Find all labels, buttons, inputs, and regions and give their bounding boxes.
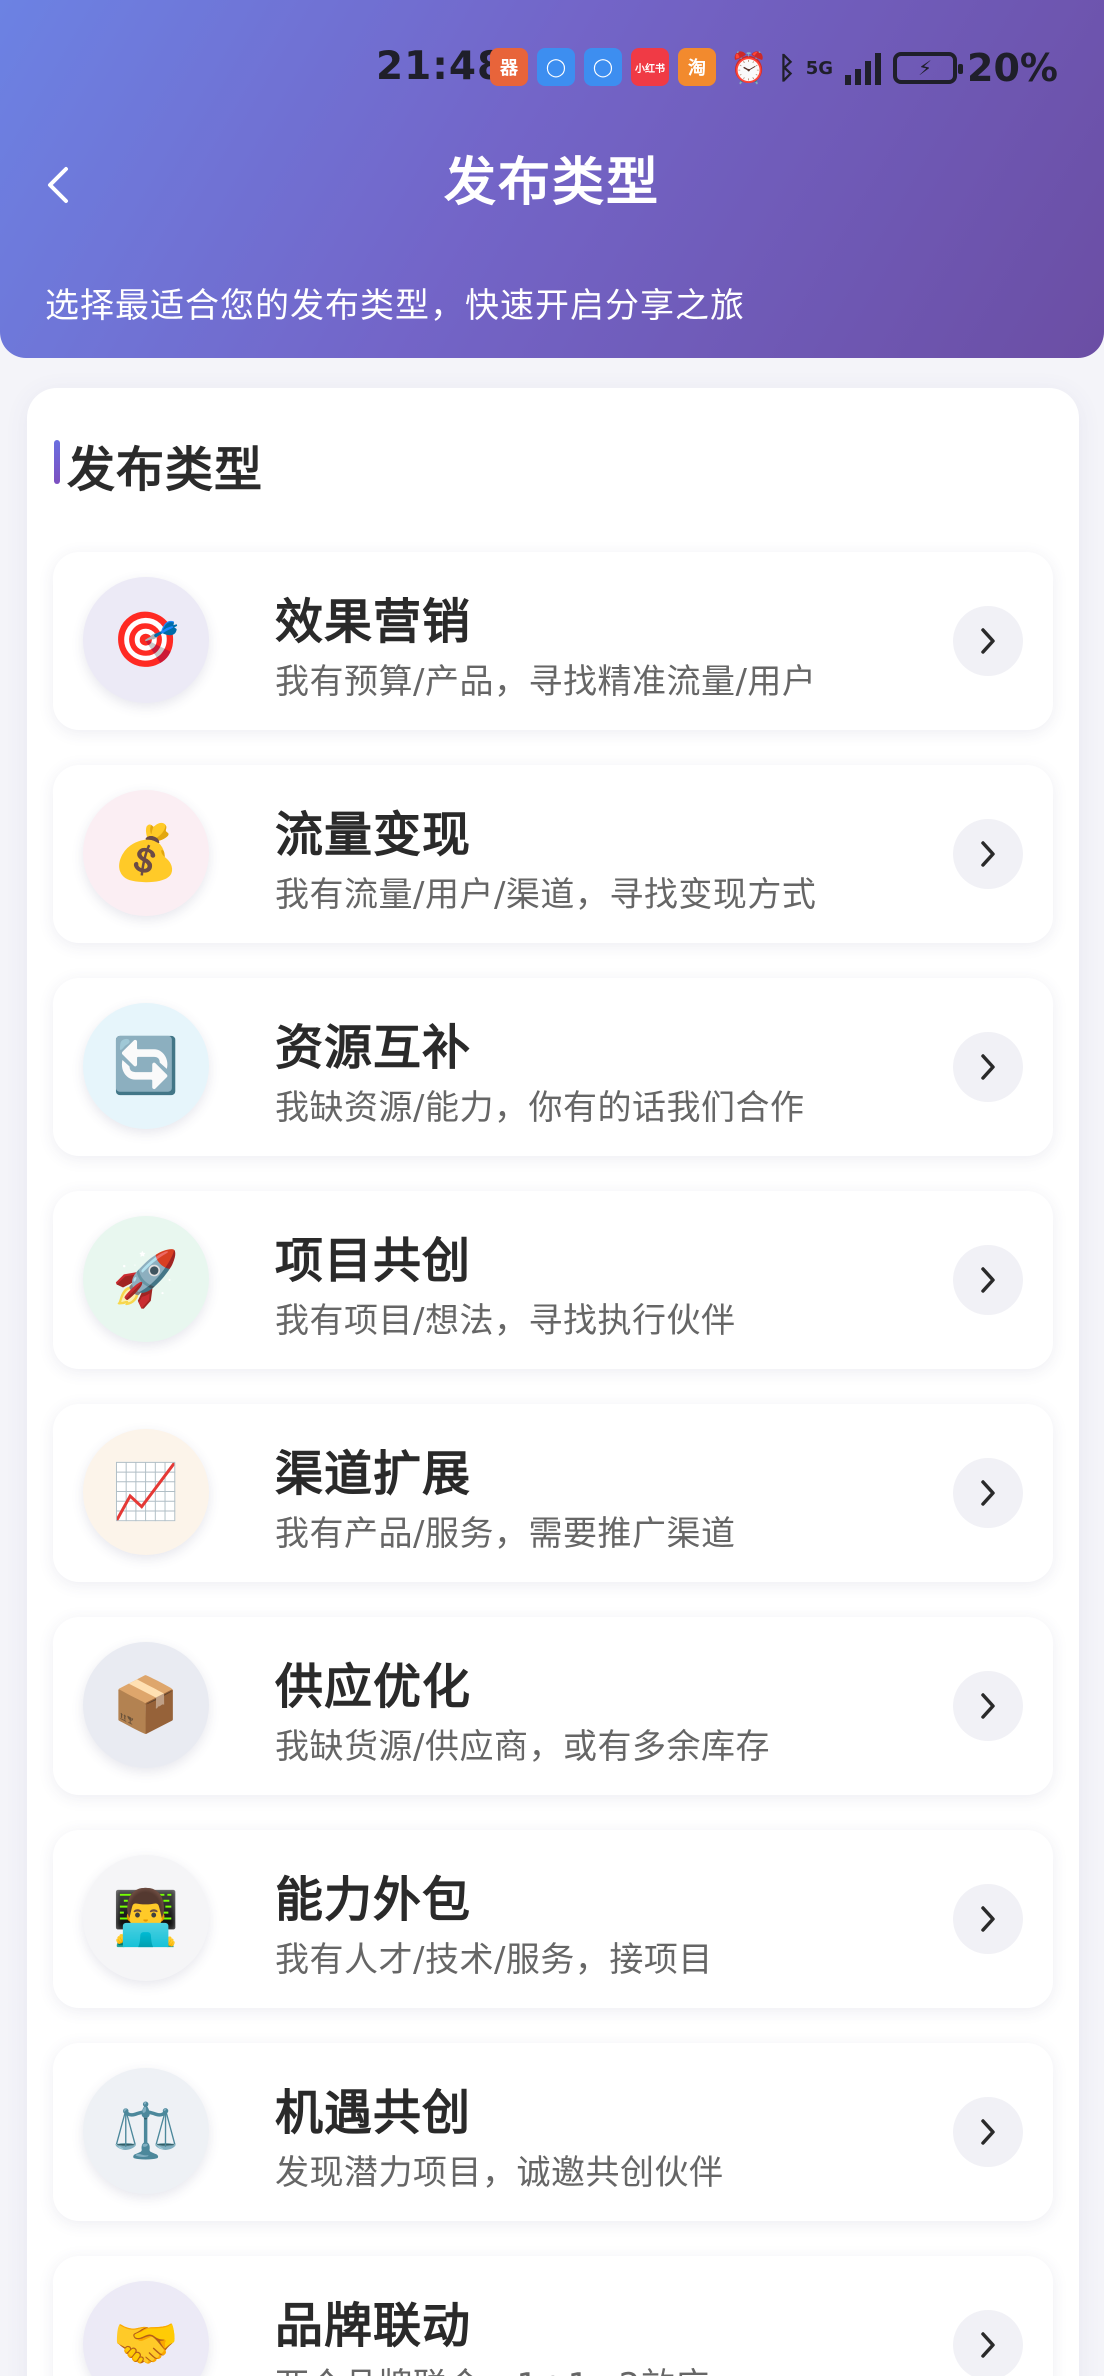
publish-type-description: 我有项目/想法，寻找执行伙伴 [275, 1301, 736, 1341]
publish-type-item[interactable]: 👨‍💻 能力外包我有人才/技术/服务，接项目 [53, 1830, 1053, 2008]
publish-type-title: 效果营销 [275, 594, 472, 650]
status-bar: 21:48 器 ◯ ◯ 小红书淘 ⏰ ᛒ 5G ⚡ 20% [0, 36, 1104, 100]
alarm-icon: ⏰ [730, 50, 768, 86]
chevron-right-icon[interactable] [953, 819, 1023, 889]
publish-type-title: 流量变现 [275, 807, 472, 863]
target-icon: 🎯 [83, 577, 209, 703]
publish-type-item[interactable]: 📦 供应优化我缺货源/供应商，或有多余库存 [53, 1617, 1053, 1795]
battery-level: 20% [967, 46, 1058, 90]
app-icon-1: 器 [490, 48, 528, 86]
package-icon: 📦 [83, 1642, 209, 1768]
page-subtitle: 选择最适合您的发布类型，快速开启分享之旅 [45, 286, 745, 326]
publish-type-title: 供应优化 [275, 1659, 472, 1715]
publish-type-item[interactable]: 🤝 品牌联动两个品牌联合，1+1>2效应 [53, 2256, 1053, 2376]
money-bag-icon: 💰 [83, 790, 209, 916]
publish-type-item[interactable]: 📈 渠道扩展我有产品/服务，需要推广渠道 [53, 1404, 1053, 1582]
technologist-icon: 👨‍💻 [83, 1855, 209, 1981]
publish-type-item[interactable]: 🔄 资源互补我缺资源/能力，你有的话我们合作 [53, 978, 1053, 1156]
chevron-right-icon[interactable] [953, 606, 1023, 676]
chevron-right-icon[interactable] [953, 1884, 1023, 1954]
network-type: 5G [805, 57, 834, 79]
publish-type-description: 我缺货源/供应商，或有多余库存 [275, 1727, 770, 1767]
publish-type-item[interactable]: 🎯 效果营销我有预算/产品，寻找精准流量/用户 [53, 552, 1053, 730]
section-title: 发布类型 [67, 442, 264, 498]
publish-type-description: 我缺资源/能力，你有的话我们合作 [275, 1088, 805, 1128]
publish-type-description: 两个品牌联合，1+1>2效应 [275, 2358, 710, 2376]
chevron-right-icon[interactable] [953, 1671, 1023, 1741]
chevron-right-icon[interactable] [953, 1032, 1023, 1102]
app-icon-4: 小红书 [631, 48, 669, 86]
page-title: 发布类型 [443, 153, 660, 213]
publish-type-description: 我有产品/服务，需要推广渠道 [275, 1514, 736, 1554]
handshake-icon: 🤝 [83, 2281, 209, 2376]
status-time: 21:48 [376, 44, 506, 89]
publish-type-title: 资源互补 [275, 1020, 472, 1076]
publish-type-title: 机遇共创 [275, 2085, 472, 2141]
bluetooth-icon: ᛒ [777, 50, 796, 86]
publish-type-title: 品牌联动 [275, 2298, 472, 2354]
publish-type-title: 能力外包 [275, 1872, 472, 1928]
page-header: 21:48 器 ◯ ◯ 小红书淘 ⏰ ᛒ 5G ⚡ 20% 发布类型 选择最适合您的发… [0, 0, 1104, 358]
publish-type-description: 我有流量/用户/渠道，寻找变现方式 [275, 875, 817, 915]
app-icon-5: 淘 [678, 48, 716, 86]
chevron-right-icon[interactable] [953, 2097, 1023, 2167]
app-icon-2: ◯ [537, 48, 575, 86]
publish-type-title: 渠道扩展 [275, 1446, 472, 1502]
signal-icon [845, 53, 882, 85]
publish-type-description: 我有预算/产品，寻找精准流量/用户 [275, 662, 817, 702]
app-icon-3: ◯ [584, 48, 622, 86]
publish-type-title: 项目共创 [275, 1233, 472, 1289]
chevron-right-icon[interactable] [953, 1245, 1023, 1315]
publish-type-description: 发现潜力项目，诚邀共创伙伴 [275, 2153, 724, 2193]
chart-up-icon: 📈 [83, 1429, 209, 1555]
balance-scale-icon: ⚖️ [83, 2068, 209, 2194]
publish-type-description: 我有人才/技术/服务，接项目 [275, 1940, 713, 1980]
section-accent-bar [54, 440, 60, 484]
rocket-icon: 🚀 [83, 1216, 209, 1342]
chevron-right-icon[interactable] [953, 2310, 1023, 2376]
exchange-icon: 🔄 [83, 1003, 209, 1129]
publish-type-card: 发布类型 🎯 效果营销我有预算/产品，寻找精准流量/用户 💰 流量变现我有流量/用户/… [27, 388, 1079, 2376]
publish-type-item[interactable]: 💰 流量变现我有流量/用户/渠道，寻找变现方式 [53, 765, 1053, 943]
publish-type-item[interactable]: ⚖️ 机遇共创发现潜力项目，诚邀共创伙伴 [53, 2043, 1053, 2221]
status-indicators: ⏰ ᛒ 5G ⚡ 20% [730, 44, 1058, 92]
publish-type-item[interactable]: 🚀 项目共创我有项目/想法，寻找执行伙伴 [53, 1191, 1053, 1369]
battery-icon: ⚡ [893, 52, 964, 84]
chevron-right-icon[interactable] [953, 1458, 1023, 1528]
